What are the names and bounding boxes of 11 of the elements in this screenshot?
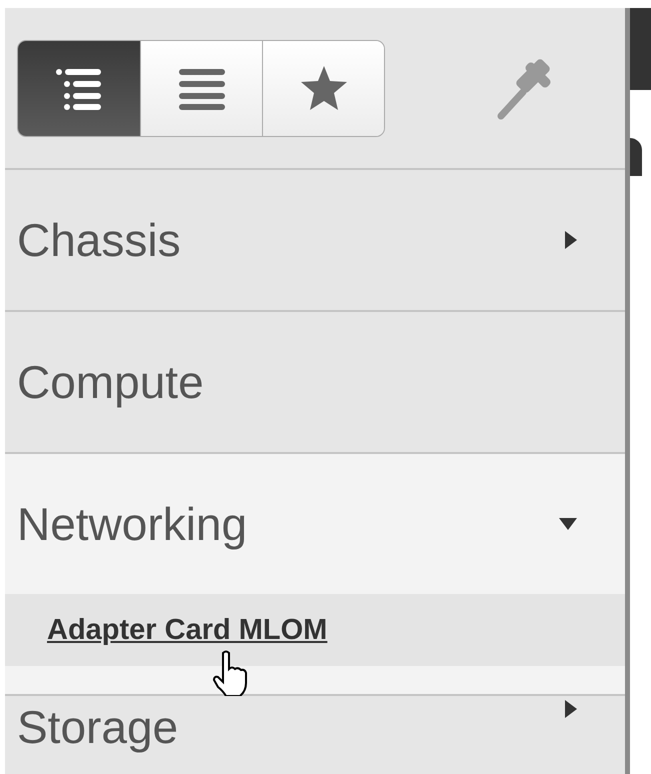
star-icon xyxy=(300,65,348,111)
collapse-arrow-icon xyxy=(559,518,577,530)
partial-icon xyxy=(630,138,642,176)
nav-item[interactable]: Chassis xyxy=(5,170,625,312)
expand-arrow-icon xyxy=(565,231,577,249)
nav-item[interactable]: Storage xyxy=(5,696,625,756)
expand-arrow-icon xyxy=(565,700,577,718)
list-view-button[interactable] xyxy=(140,40,262,136)
favorites-button[interactable] xyxy=(262,40,384,136)
tree-view-button[interactable] xyxy=(18,40,140,136)
nav-item[interactable]: Networking xyxy=(5,454,625,594)
